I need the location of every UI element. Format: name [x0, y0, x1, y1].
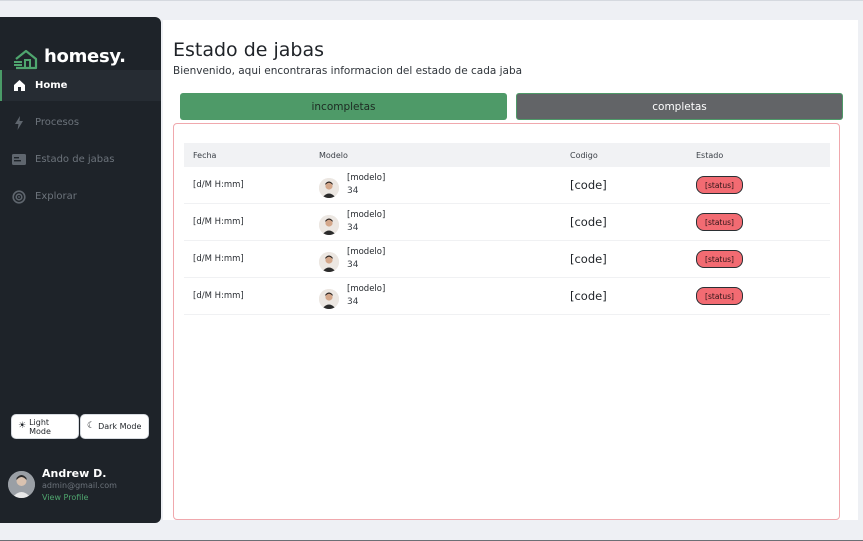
- table-row[interactable]: [d/M H:mm] [modelo] 34 [code] [status]: [184, 204, 830, 241]
- sidebar: homesy. Home Procesos Estado de jabas Ex…: [0, 17, 161, 523]
- sidebar-item-home[interactable]: Home: [0, 70, 161, 101]
- column-header-codigo[interactable]: Codigo: [570, 151, 598, 160]
- sidebar-item-label: Home: [35, 80, 68, 91]
- theme-mode-toggle: ☀ Light Mode ☾ Dark Mode: [11, 414, 149, 439]
- cell-modelo: [modelo] 34: [319, 210, 385, 235]
- main-content: Estado de jabas Bienvenido, aqui encontr…: [163, 20, 858, 520]
- jabas-table-panel: Fecha Modelo Codigo Estado [d/M H:mm] [m…: [173, 123, 840, 520]
- cell-fecha: [d/M H:mm]: [193, 217, 244, 227]
- profile-name: Andrew D.: [42, 467, 107, 480]
- brand-logo[interactable]: homesy.: [13, 46, 126, 70]
- modelo-number: 34: [347, 186, 359, 196]
- cell-fecha: [d/M H:mm]: [193, 254, 244, 264]
- view-profile-link[interactable]: View Profile: [42, 492, 117, 504]
- light-mode-label: Light Mode: [29, 417, 51, 436]
- cell-codigo: [code]: [570, 178, 607, 192]
- avatar: [319, 215, 339, 235]
- modelo-name: [modelo]: [347, 173, 386, 183]
- table-body: [d/M H:mm] [modelo] 34 [code] [status] […: [184, 167, 830, 315]
- modelo-name: [modelo]: [347, 210, 386, 220]
- cell-modelo: [modelo] 34: [319, 247, 385, 272]
- dark-mode-button[interactable]: ☾ Dark Mode: [80, 414, 149, 439]
- moon-icon: ☾: [87, 421, 96, 431]
- sidebar-item-explorar[interactable]: Explorar: [0, 181, 161, 212]
- tab-completas[interactable]: completas: [516, 93, 843, 120]
- compass-icon: [12, 189, 26, 204]
- column-header-estado[interactable]: Estado: [696, 151, 723, 160]
- cell-fecha: [d/M H:mm]: [193, 180, 244, 190]
- avatar: [319, 289, 339, 309]
- cell-fecha: [d/M H:mm]: [193, 291, 244, 301]
- avatar[interactable]: [8, 471, 35, 498]
- profile-email: admin@gmail.com: [42, 481, 117, 490]
- cell-modelo: [modelo] 34: [319, 284, 385, 309]
- user-profile: Andrew D. admin@gmail.com View Profile: [8, 467, 117, 504]
- column-header-fecha[interactable]: Fecha: [193, 151, 216, 160]
- status-badge: [status]: [696, 176, 743, 194]
- sidebar-item-label: Procesos: [35, 117, 80, 128]
- bolt-icon: [12, 115, 26, 130]
- table-row[interactable]: [d/M H:mm] [modelo] 34 [code] [status]: [184, 167, 830, 204]
- modelo-number: 34: [347, 223, 359, 233]
- modelo-number: 34: [347, 260, 359, 270]
- top-border: [0, 0, 863, 1]
- sidebar-item-procesos[interactable]: Procesos: [0, 107, 161, 138]
- avatar: [319, 252, 339, 272]
- table-header: Fecha Modelo Codigo Estado: [184, 143, 830, 167]
- table-row[interactable]: [d/M H:mm] [modelo] 34 [code] [status]: [184, 241, 830, 278]
- table-row[interactable]: [d/M H:mm] [modelo] 34 [code] [status]: [184, 278, 830, 315]
- status-badge: [status]: [696, 213, 743, 231]
- home-icon: [12, 79, 26, 93]
- light-mode-button[interactable]: ☀ Light Mode: [11, 414, 79, 439]
- modelo-name: [modelo]: [347, 284, 386, 294]
- sidebar-item-label: Estado de jabas: [35, 154, 115, 165]
- avatar: [319, 178, 339, 198]
- modelo-name: [modelo]: [347, 247, 386, 257]
- dark-mode-label: Dark Mode: [98, 422, 142, 431]
- modelo-number: 34: [347, 297, 359, 307]
- brand-name: homesy.: [44, 46, 126, 67]
- cell-codigo: [code]: [570, 252, 607, 266]
- sidebar-nav: Home Procesos Estado de jabas Explorar: [0, 70, 161, 218]
- cell-codigo: [code]: [570, 289, 607, 303]
- status-badge: [status]: [696, 250, 743, 268]
- cell-codigo: [code]: [570, 215, 607, 229]
- card-icon: [12, 153, 26, 167]
- sidebar-item-label: Explorar: [35, 191, 77, 202]
- sidebar-item-estado-de-jabas[interactable]: Estado de jabas: [0, 144, 161, 175]
- status-badge: [status]: [696, 287, 743, 305]
- tab-incompletas[interactable]: incompletas: [180, 93, 507, 120]
- sun-icon: ☀: [18, 421, 27, 431]
- cell-modelo: [modelo] 34: [319, 173, 385, 198]
- house-logo-icon: [13, 48, 39, 70]
- page-title: Estado de jabas: [173, 39, 325, 61]
- page-subtitle: Bienvenido, aqui encontraras informacion…: [173, 65, 523, 77]
- column-header-modelo[interactable]: Modelo: [319, 151, 348, 160]
